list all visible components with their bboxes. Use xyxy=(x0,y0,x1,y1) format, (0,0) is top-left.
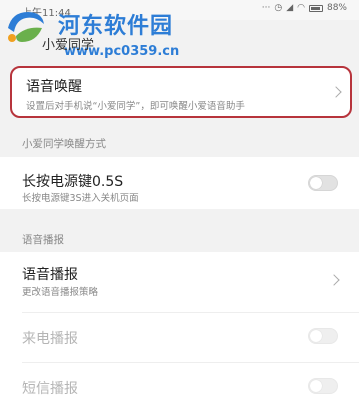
voice-broadcast-subtitle: 更改语音播报策略 xyxy=(22,287,99,298)
toggle-knob xyxy=(310,380,322,392)
toggle-knob xyxy=(310,177,322,189)
voice-wake-subtitle: 设置后对手机说“小爱同学”，即可唤醒小爱语音助手 xyxy=(26,101,245,112)
battery-icon xyxy=(308,4,323,12)
voice-broadcast-title: 语音播报 xyxy=(22,267,78,283)
toggle-knob xyxy=(310,330,322,342)
status-time: 上午11:44 xyxy=(22,8,71,19)
wifi-icon: ◠ xyxy=(297,3,305,13)
page-title: 小爱同学 xyxy=(42,38,95,53)
signal-icon: ◢ xyxy=(286,3,294,13)
divider xyxy=(22,362,359,363)
voice-broadcast-item[interactable]: 语音播报 更改语音播报策略 xyxy=(0,252,359,304)
voice-wake-item[interactable]: 语音唤醒 设置后对手机说“小爱同学”，即可唤醒小爱语音助手 xyxy=(10,66,352,118)
chevron-right-icon xyxy=(330,86,342,98)
status-bar: 上午11:44 ··· ◷ ◢ ◠ 88% xyxy=(0,0,359,20)
section-label-wake-method: 小爱同学唤醒方式 xyxy=(22,138,106,150)
divider xyxy=(22,312,359,313)
sms-item: 短信播报 xyxy=(0,364,359,412)
power-key-title: 长按电源键0.5S xyxy=(22,174,124,190)
dots-icon: ··· xyxy=(261,3,271,13)
status-icons: ··· ◷ ◢ ◠ 88% xyxy=(262,3,347,13)
incoming-call-title: 来电播报 xyxy=(22,331,78,347)
power-key-toggle[interactable] xyxy=(308,175,338,191)
section-label-voice-broadcast: 语音播报 xyxy=(22,234,64,246)
alarm-icon: ◷ xyxy=(274,3,283,13)
sms-toggle[interactable] xyxy=(308,378,338,394)
sms-title: 短信播报 xyxy=(22,381,78,397)
incoming-call-toggle[interactable] xyxy=(308,328,338,344)
power-key-subtitle: 长按电源键3S进入关机页面 xyxy=(22,193,139,204)
voice-wake-title: 语音唤醒 xyxy=(26,79,82,95)
voice-broadcast-panel: 语音播报 更改语音播报策略 来电播报 短信播报 xyxy=(0,252,359,419)
wake-method-panel: 长按电源键0.5S 长按电源键3S进入关机页面 xyxy=(0,157,359,209)
incoming-call-item: 来电播报 xyxy=(0,314,359,362)
battery-percent: 88% xyxy=(326,3,347,13)
chevron-right-icon xyxy=(328,274,340,286)
